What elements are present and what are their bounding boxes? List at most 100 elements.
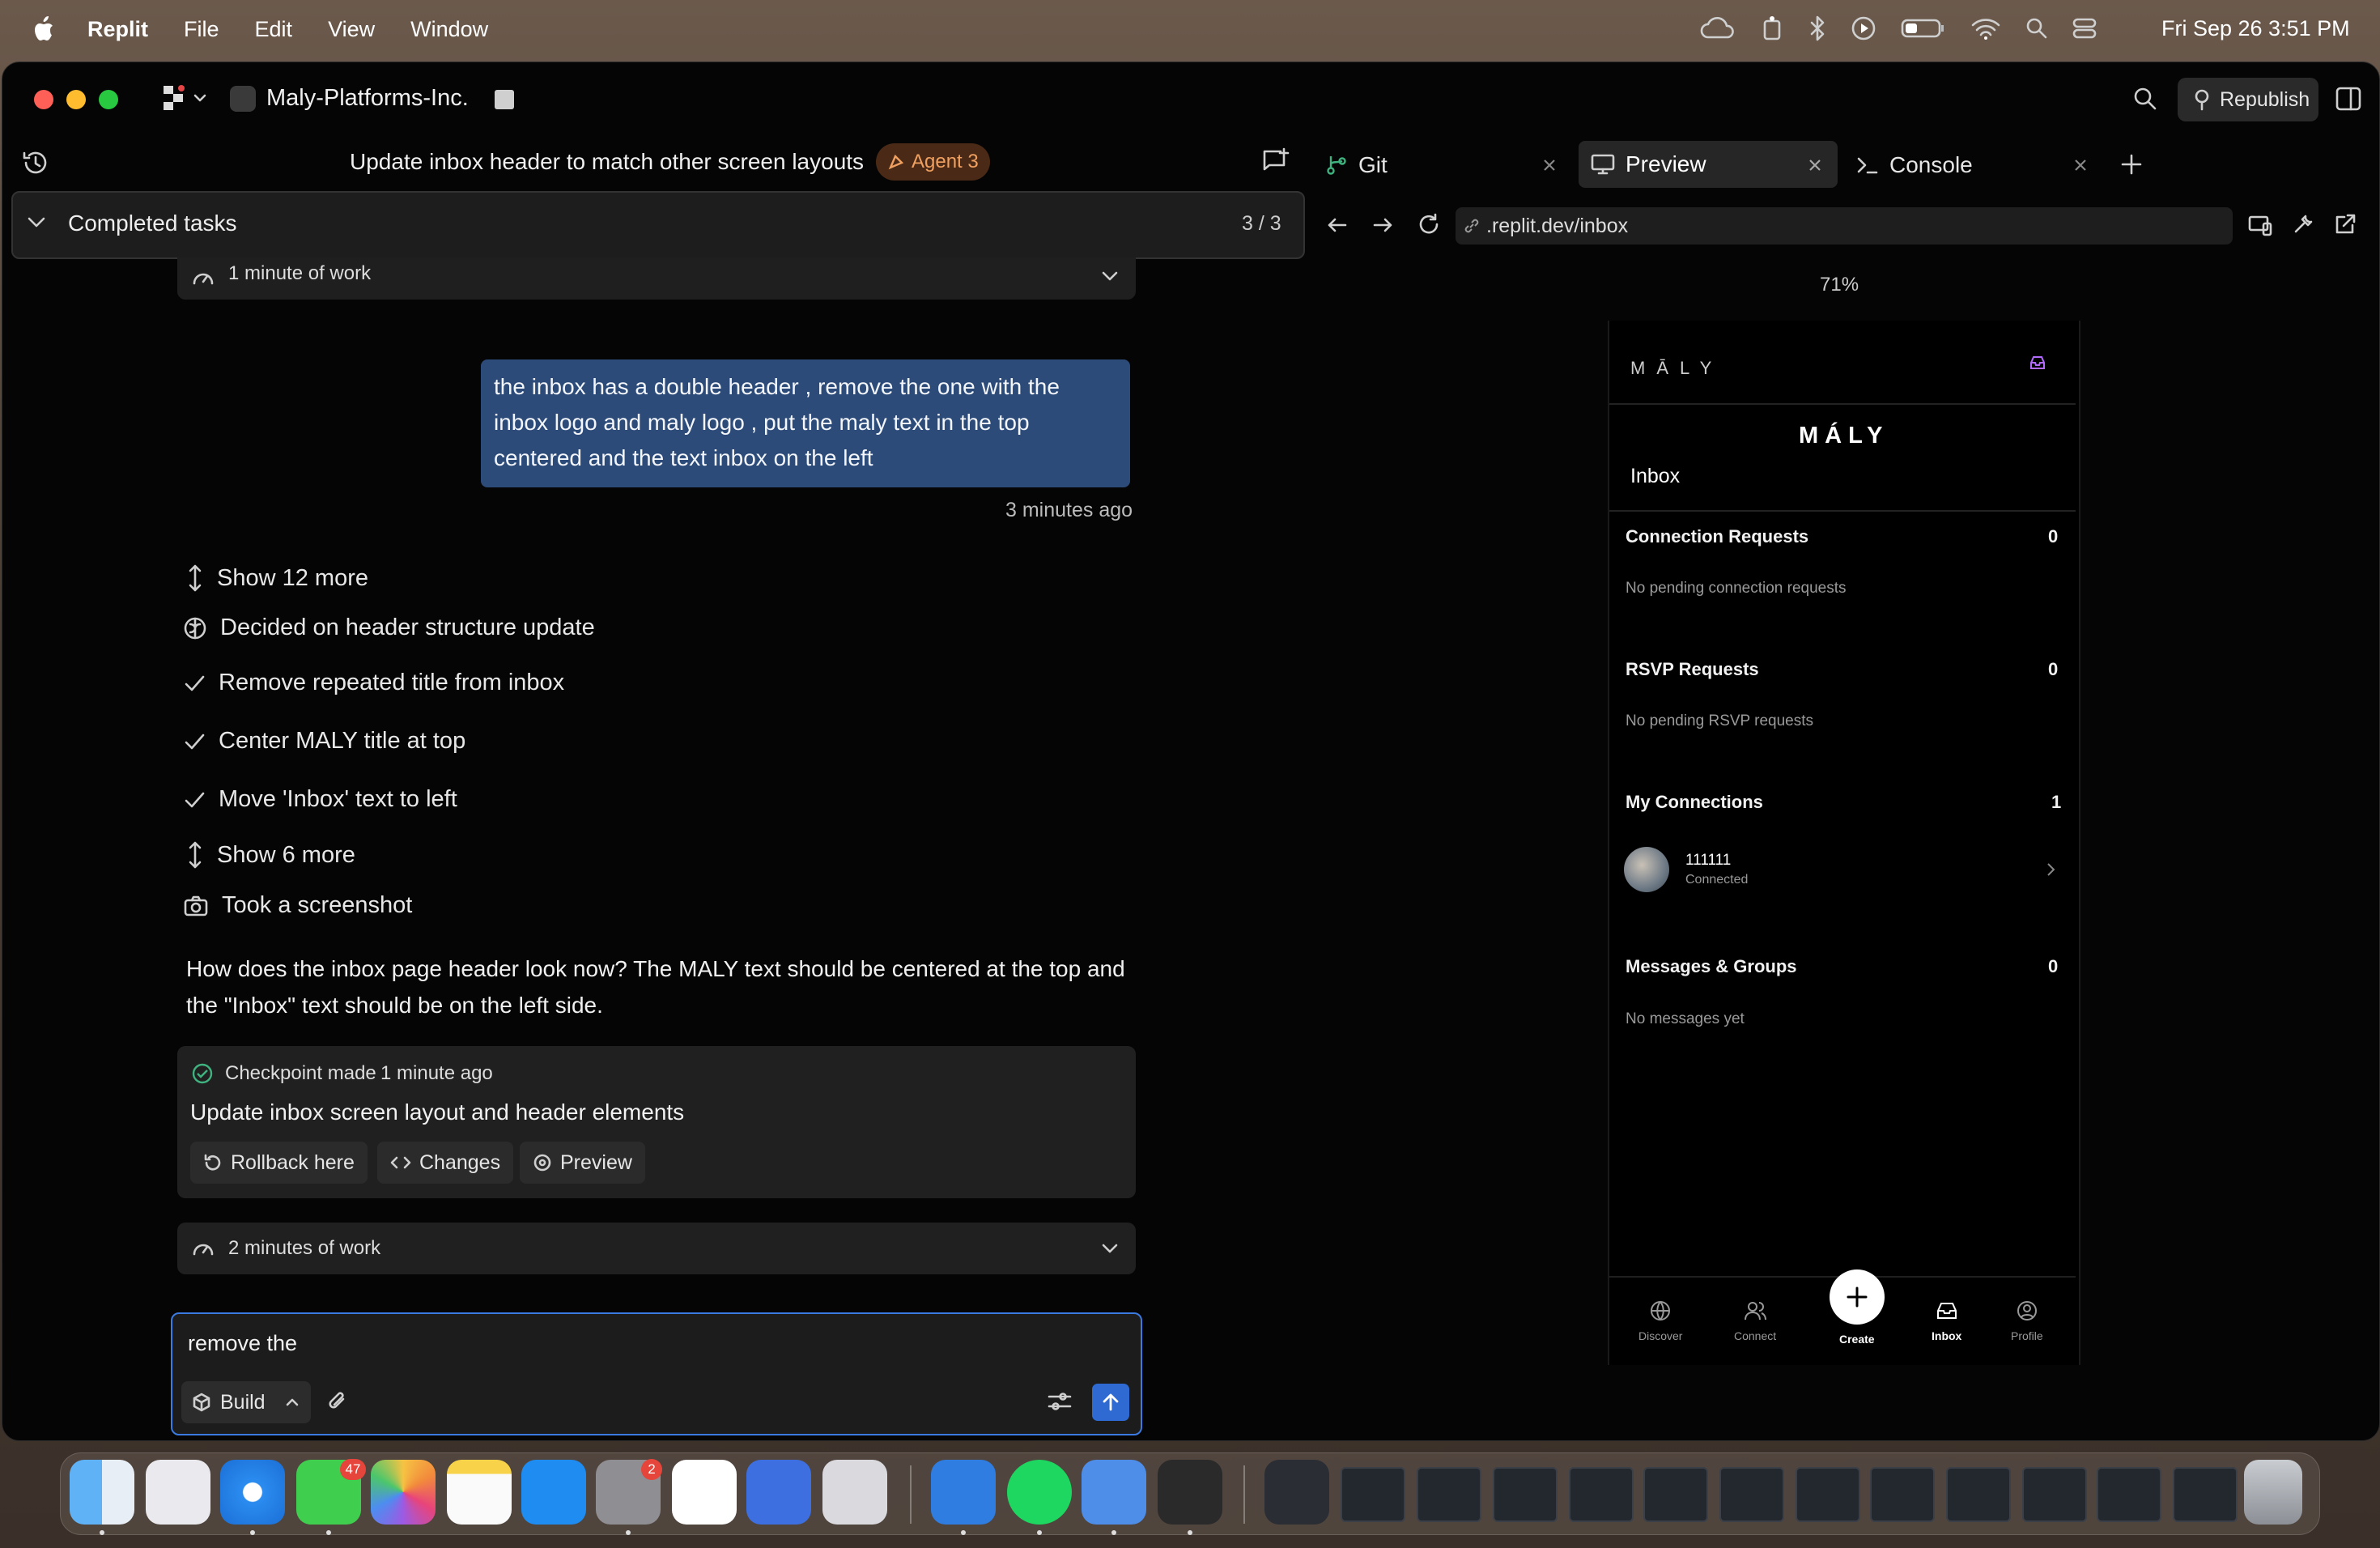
- apple-icon[interactable]: [32, 16, 55, 42]
- agent-icon: [888, 154, 904, 170]
- connection-name[interactable]: 111111: [1685, 852, 1731, 870]
- minimized-window-thumbnail[interactable]: [2022, 1467, 2087, 1522]
- rollback-button[interactable]: Rollback here: [190, 1142, 368, 1184]
- show-more-steps-1[interactable]: Show 12 more: [183, 563, 368, 593]
- menu-view[interactable]: View: [328, 17, 375, 42]
- tab-preview[interactable]: Preview: [1579, 141, 1838, 188]
- history-icon[interactable]: [21, 148, 50, 177]
- republish-button[interactable]: Republish: [2178, 78, 2318, 121]
- tab-git[interactable]: Git: [1313, 142, 1564, 188]
- xcode-icon[interactable]: [931, 1460, 996, 1525]
- mode-selector[interactable]: Build: [181, 1381, 311, 1423]
- nav-create-label[interactable]: Create: [1839, 1333, 1875, 1346]
- section-count-my-connections: 1: [2051, 792, 2062, 812]
- device-icon[interactable]: [2247, 214, 2273, 238]
- show-more-steps-2[interactable]: Show 6 more: [183, 840, 355, 870]
- minimize-window-button[interactable]: [66, 90, 86, 109]
- menu-window[interactable]: Window: [410, 17, 488, 42]
- close-tab-console-icon[interactable]: [2072, 157, 2089, 173]
- minimized-window-thumbnail[interactable]: [1946, 1467, 2011, 1522]
- chevron-down-icon[interactable]: [1099, 1241, 1120, 1256]
- minimized-window-thumbnail[interactable]: [1569, 1467, 1634, 1522]
- close-tab-git-icon[interactable]: [1541, 157, 1558, 173]
- open-external-icon[interactable]: [2333, 212, 2357, 236]
- finder-icon[interactable]: [70, 1460, 134, 1525]
- menubar-clock[interactable]: Fri Sep 26 3:51 PM: [2161, 16, 2350, 41]
- menu-file[interactable]: File: [184, 17, 219, 42]
- extension-icon[interactable]: [1760, 15, 1784, 42]
- trash-icon[interactable]: [2244, 1460, 2302, 1525]
- check-circle-icon: [191, 1062, 214, 1085]
- window-thumbnail-icon[interactable]: [1264, 1460, 1329, 1525]
- roblox-studio-icon[interactable]: [746, 1460, 811, 1525]
- reload-icon[interactable]: [1417, 212, 1441, 236]
- simulator-icon[interactable]: [1082, 1460, 1146, 1525]
- menu-edit[interactable]: Edit: [255, 17, 293, 42]
- close-window-button[interactable]: [34, 90, 53, 109]
- minimized-window-thumbnail[interactable]: [1643, 1467, 1708, 1522]
- settings-sliders-icon[interactable]: [1047, 1389, 1073, 1414]
- checkpoint-preview-button[interactable]: Preview: [520, 1142, 645, 1184]
- send-button[interactable]: [1092, 1384, 1129, 1421]
- nav-profile[interactable]: Profile: [2011, 1299, 2043, 1342]
- chat-input-box[interactable]: [171, 1312, 1142, 1435]
- minimized-window-thumbnail[interactable]: [2173, 1467, 2238, 1522]
- nav-discover[interactable]: Discover: [1638, 1299, 1682, 1342]
- minimized-window-thumbnail[interactable]: [1796, 1467, 1860, 1522]
- spotlight-search-icon[interactable]: [2025, 17, 2048, 40]
- wrench-icon[interactable]: [2291, 212, 2315, 236]
- changes-button[interactable]: Changes: [377, 1142, 514, 1184]
- rollback-icon: [204, 1154, 221, 1171]
- republish-icon: [2195, 89, 2209, 111]
- replit-dock-icon[interactable]: [1158, 1460, 1222, 1525]
- agent-badge[interactable]: Agent 3: [876, 143, 990, 181]
- minimized-window-thumbnail[interactable]: [1341, 1467, 1405, 1522]
- stop-icon[interactable]: [495, 90, 514, 109]
- connection-avatar[interactable]: [1624, 847, 1669, 892]
- panel-toggle-icon[interactable]: [2335, 86, 2362, 112]
- replit-logo-menu[interactable]: [162, 84, 207, 112]
- iphone-mirroring-icon[interactable]: [822, 1460, 887, 1525]
- minimized-window-thumbnail[interactable]: [1493, 1467, 1558, 1522]
- chevron-down-icon[interactable]: [1099, 269, 1120, 283]
- minimized-window-thumbnail[interactable]: [2097, 1467, 2161, 1522]
- now-playing-icon[interactable]: [1851, 15, 1876, 41]
- app-store-icon[interactable]: [521, 1460, 586, 1525]
- nav-connect[interactable]: Connect: [1734, 1299, 1776, 1342]
- spotify-icon[interactable]: [1007, 1460, 1072, 1525]
- attach-icon[interactable]: [325, 1389, 350, 1414]
- menu-bar: Replit File Edit View Window Fri Sep 26 …: [0, 0, 2380, 58]
- chatgpt-icon[interactable]: [672, 1460, 737, 1525]
- notes-icon[interactable]: [447, 1460, 512, 1525]
- url-bar[interactable]: .replit.dev/inbox: [1456, 207, 2233, 245]
- close-tab-preview-icon[interactable]: [1807, 157, 1823, 173]
- minimized-window-thumbnail[interactable]: [1870, 1467, 1935, 1522]
- checkpoint-made-label: Checkpoint made: [225, 1062, 376, 1084]
- back-arrow-icon[interactable]: [1326, 214, 1349, 236]
- create-button[interactable]: [1830, 1269, 1885, 1325]
- wifi-icon[interactable]: [1970, 16, 2001, 40]
- app-menu-replit[interactable]: Replit: [87, 17, 148, 42]
- forward-arrow-icon[interactable]: [1371, 214, 1394, 236]
- control-center-icon[interactable]: [2072, 17, 2097, 40]
- search-icon[interactable]: [2132, 86, 2158, 112]
- nav-inbox[interactable]: Inbox: [1932, 1299, 1961, 1342]
- chat-input-field[interactable]: remove the: [188, 1331, 297, 1356]
- bluetooth-icon[interactable]: [1808, 15, 1826, 42]
- minimized-window-thumbnail[interactable]: [1719, 1467, 1784, 1522]
- section-count-rsvp-requests: 0: [2048, 659, 2059, 679]
- zoom-window-button[interactable]: [99, 90, 118, 109]
- chevron-down-icon[interactable]: [24, 214, 49, 232]
- tab-console[interactable]: Console: [1846, 142, 2089, 188]
- add-tab-icon[interactable]: [2119, 152, 2144, 176]
- minimized-window-thumbnail[interactable]: [1417, 1467, 1481, 1522]
- battery-icon[interactable]: [1901, 17, 1946, 40]
- safari-icon[interactable]: [220, 1460, 285, 1525]
- launchpad-icon[interactable]: [146, 1460, 210, 1525]
- chevron-right-icon[interactable]: [2045, 861, 2056, 878]
- new-chat-icon[interactable]: [1261, 147, 1290, 176]
- inbox-header-icon[interactable]: [2029, 355, 2046, 371]
- cloud-status-icon[interactable]: [1700, 15, 1736, 42]
- photos-icon[interactable]: [371, 1460, 436, 1525]
- workspace-name[interactable]: Maly-Platforms-Inc.: [266, 85, 469, 112]
